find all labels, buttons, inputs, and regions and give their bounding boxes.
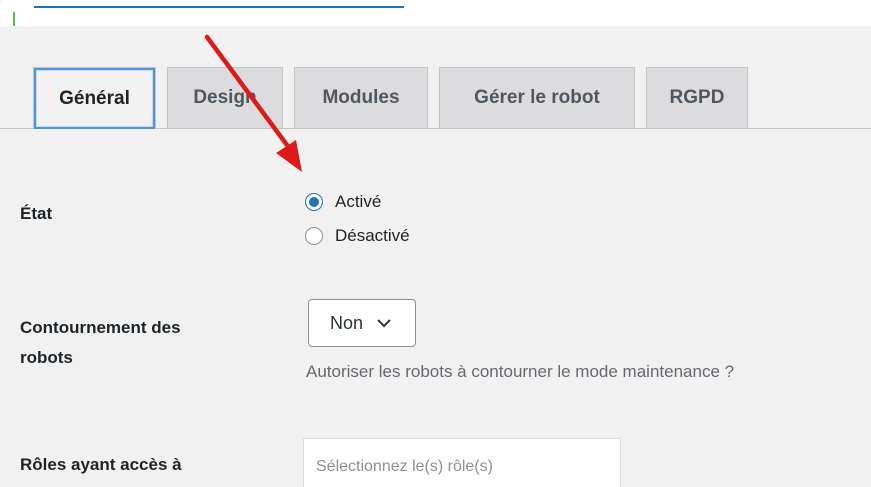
tab-label: Général <box>59 87 130 109</box>
tab-label: Gérer le robot <box>474 87 600 108</box>
tab-gerer-le-robot[interactable]: Gérer le robot <box>439 67 635 128</box>
tab-label: Modules <box>322 87 400 108</box>
tab-rgpd[interactable]: RGPD <box>646 67 748 128</box>
tab-modules[interactable]: Modules <box>294 67 428 128</box>
bypass-select[interactable]: Non <box>308 299 416 347</box>
select-value: Non <box>330 312 364 333</box>
top-green-marker <box>13 12 15 26</box>
tab-design[interactable]: Design <box>167 67 283 128</box>
bypass-label-line1: Contournement des <box>20 318 181 337</box>
chevron-down-icon <box>377 319 391 328</box>
radio-label-active: Activé <box>335 192 382 211</box>
top-area <box>0 0 871 26</box>
tab-label: RGPD <box>669 87 725 108</box>
radio-button-checked[interactable] <box>305 193 323 211</box>
radio-inactive[interactable]: Désactivé <box>305 226 410 246</box>
radio-active[interactable]: Activé <box>305 192 381 212</box>
tab-label: Design <box>193 87 257 108</box>
radio-button-unchecked[interactable] <box>305 227 323 245</box>
bypass-helper-text: Autoriser les robots à contourner le mod… <box>306 362 735 381</box>
roles-multiselect[interactable]: Sélectionnez le(s) rôle(s) <box>303 438 621 487</box>
roles-label: Rôles ayant accès à <box>20 455 182 474</box>
radio-label-inactive: Désactivé <box>335 226 410 245</box>
roles-placeholder: Sélectionnez le(s) rôle(s) <box>316 458 493 475</box>
bypass-label-line2: robots <box>20 348 73 367</box>
tab-general[interactable]: Général <box>33 67 156 129</box>
etat-label: État <box>20 204 53 223</box>
top-field-underline <box>34 6 404 8</box>
